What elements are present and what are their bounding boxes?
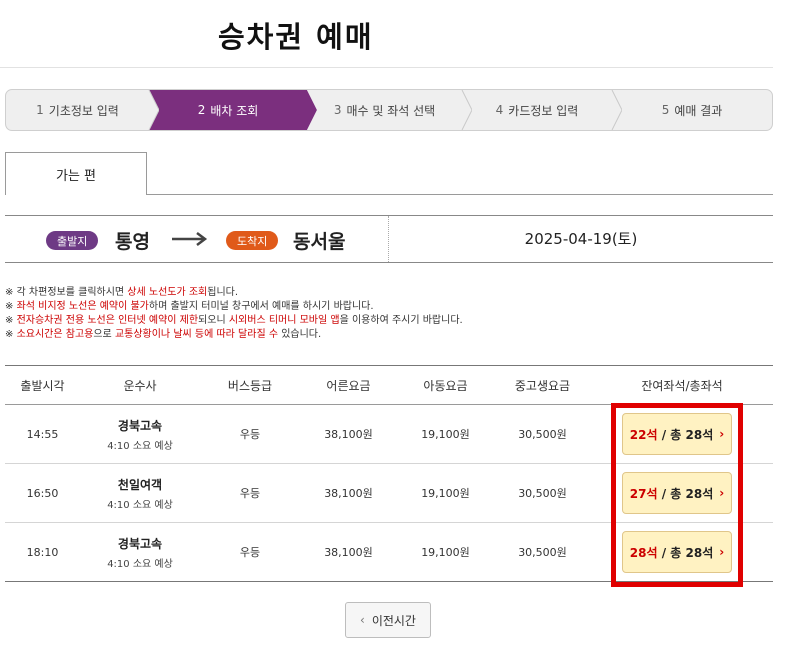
duration: 4:10 소요 예상	[107, 499, 173, 511]
bus-grade: 우등	[239, 546, 261, 559]
notice-highlight: 좌석 비지정 노선은 예약이 불가	[16, 301, 149, 312]
youth-fare: 30,500원	[518, 428, 567, 441]
step-label: 배차 조회	[210, 103, 259, 118]
previous-time-button[interactable]: ‹ 이전시간	[345, 602, 431, 638]
bus-grade: 우등	[239, 428, 261, 441]
step-chevron-icon	[611, 90, 622, 130]
route-summary: 출발지 통영 도착지 동서울 2025-04-19(토)	[5, 215, 773, 263]
company-cell: 경북고속 4:10 소요 예상	[80, 405, 200, 463]
departure-time: 14:55	[26, 427, 59, 441]
col-header-adult-fare: 어른요금	[326, 378, 371, 393]
child-fare: 19,100원	[421, 428, 470, 441]
step-number: 3	[333, 103, 342, 117]
notice-highlight: 상세 노선도가 조회	[127, 287, 208, 298]
step-number: 1	[36, 103, 44, 117]
chevron-left-icon: ‹	[360, 613, 365, 627]
arrival-badge: 도착지	[226, 231, 279, 250]
step-label: 예매 결과	[674, 103, 723, 118]
title-divider	[0, 67, 773, 68]
col-header-company: 운수사	[123, 378, 157, 393]
step-label: 매수 및 좌석 선택	[346, 103, 436, 118]
notice-text: 하며 출발지 터미널 창구에서 예매를 하시기 바랍니다.	[148, 301, 374, 312]
notice-text: 으로	[93, 329, 115, 340]
adult-fare: 38,100원	[324, 546, 373, 559]
departure-time: 18:10	[26, 545, 59, 559]
departure-city: 통영	[115, 231, 150, 253]
notice-text: ※ 각 차편정보를 클릭하시면	[5, 287, 128, 298]
step-chevron-icon	[461, 90, 472, 130]
notice-item: ※ 좌석 비지정 노선은 예약이 불가하며 출발지 터미널 창구에서 예매를 하…	[5, 300, 463, 314]
notice-text: ※	[5, 315, 17, 326]
child-fare: 19,100원	[421, 546, 470, 559]
company-name: 천일여객	[117, 477, 163, 492]
notice-text: 되오니	[198, 315, 229, 326]
notice-item: ※ 소요시간은 참고용으로 교통상황이나 날씨 등에 따라 달라질 수 있습니다…	[5, 328, 463, 342]
step-label: 기초정보 입력	[48, 103, 119, 118]
notice-highlight: 시외버스 티머니 모바일 앱	[228, 315, 340, 326]
arrival-city: 동서울	[293, 231, 346, 253]
company-name: 경북고속	[117, 418, 163, 433]
departure-date: 2025-04-19(토)	[524, 230, 638, 248]
notice-item: ※ 각 차편정보를 클릭하시면 상세 노선도가 조회됩니다.	[5, 286, 463, 300]
adult-fare: 38,100원	[324, 487, 373, 500]
seat-column-highlight	[611, 403, 743, 587]
bus-grade: 우등	[239, 487, 261, 500]
col-header-seats: 잔여좌석/총좌석	[641, 378, 723, 393]
step-number: 2	[197, 103, 206, 117]
notice-highlight: 교통상황이나 날씨 등에 따라 달라질 수	[114, 329, 279, 340]
duration: 4:10 소요 예상	[107, 440, 173, 452]
duration: 4:10 소요 예상	[107, 558, 173, 570]
step-booking-result: 5 예매 결과	[612, 90, 772, 130]
departure-time: 16:50	[26, 486, 59, 500]
tab-underline	[147, 194, 773, 195]
col-header-departure-time: 출발시각	[20, 378, 65, 393]
step-basic-info: 1 기초정보 입력	[6, 90, 149, 130]
notice-item: ※ 전자승차권 전용 노선은 인터넷 예약이 제한되오니 시외버스 티머니 모바…	[5, 314, 463, 328]
col-header-youth-fare: 중고생요금	[514, 378, 571, 393]
step-chevron-icon	[297, 90, 317, 130]
notice-text: ※	[5, 329, 17, 340]
notice-text: 있습니다.	[278, 329, 322, 340]
company-cell: 경북고속 4:10 소요 예상	[80, 523, 200, 581]
notice-text: 됩니다.	[207, 287, 239, 298]
notice-text: 을 이용하여 주시기 바랍니다.	[339, 315, 463, 326]
departure-badge: 출발지	[46, 231, 99, 250]
notice-highlight: 소요시간은 참고용	[16, 329, 94, 340]
youth-fare: 30,500원	[518, 546, 567, 559]
step-number: 5	[661, 103, 670, 117]
notice-list: ※ 각 차편정보를 클릭하시면 상세 노선도가 조회됩니다. ※ 좌석 비지정 …	[5, 286, 463, 342]
table-header: 출발시각 운수사 버스등급 어른요금 아동요금 중고생요금 잔여좌석/총좌석	[5, 365, 773, 405]
right-arrow-icon	[172, 232, 208, 246]
step-schedule-lookup: 2 배차 조회	[149, 90, 307, 130]
adult-fare: 38,100원	[324, 428, 373, 441]
company-cell: 천일여객 4:10 소요 예상	[80, 464, 200, 522]
child-fare: 19,100원	[421, 487, 470, 500]
step-seat-selection: 3 매수 및 좌석 선택	[307, 90, 462, 130]
step-card-info: 4 카드정보 입력	[462, 90, 612, 130]
col-header-bus-grade: 버스등급	[227, 378, 273, 393]
page-title: 승차권 예매	[218, 20, 374, 54]
col-header-child-fare: 아동요금	[423, 378, 468, 393]
youth-fare: 30,500원	[518, 487, 567, 500]
step-number: 4	[495, 103, 504, 117]
step-chevron-icon	[139, 90, 159, 130]
company-name: 경북고속	[117, 536, 163, 551]
notice-highlight: 전자승차권 전용 노선은 인터넷 예약이 제한	[16, 315, 199, 326]
step-label: 카드정보 입력	[508, 103, 579, 118]
tab-outbound[interactable]: 가는 편	[5, 152, 147, 195]
booking-stepper: 1 기초정보 입력 2 배차 조회 3 매수 및 좌석 선택 4 카드정보 입력…	[5, 89, 773, 131]
previous-time-label: 이전시간	[371, 613, 416, 628]
notice-text: ※	[5, 301, 17, 312]
